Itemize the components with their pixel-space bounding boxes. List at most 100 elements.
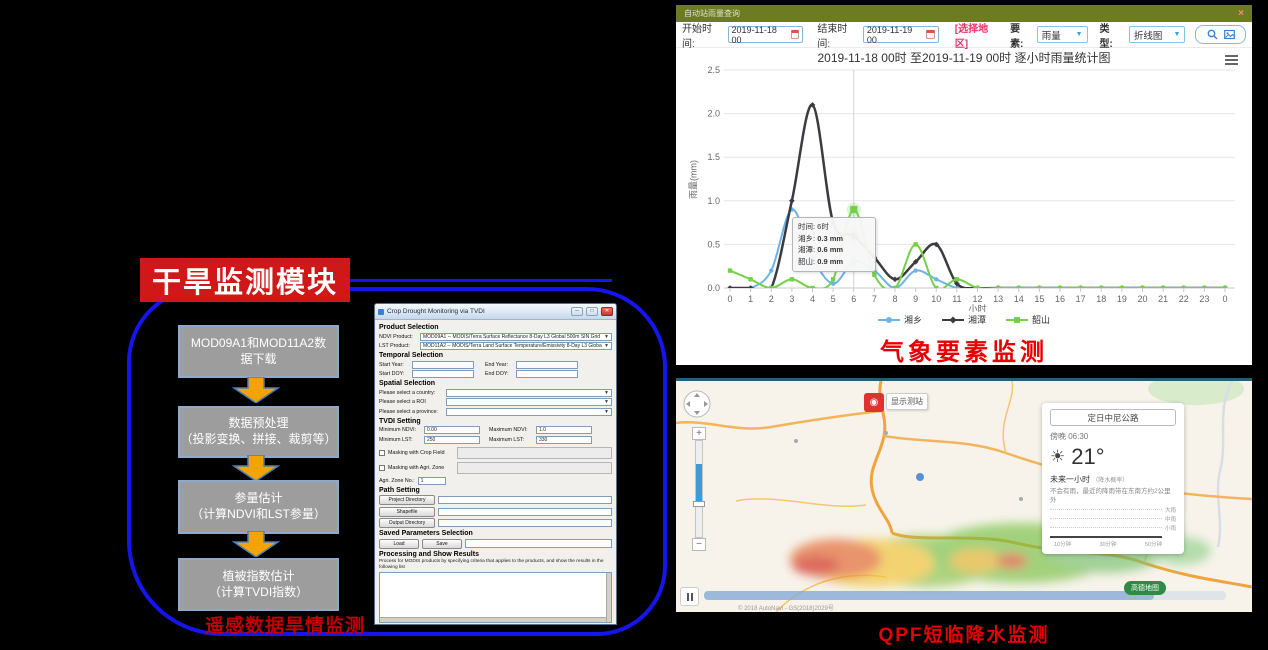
saved-params-field[interactable] xyxy=(465,539,612,548)
max-lst-input[interactable]: 330 xyxy=(536,436,592,444)
time-tick: 50分钟 xyxy=(1145,540,1162,548)
chart-tooltip: 时间: 6时 湘乡: 0.3 mm 湘潭: 0.6 mm 韶山: 0.9 mm xyxy=(792,217,876,272)
start-time-input[interactable]: 2019-11-18 00 xyxy=(728,26,804,43)
legend-item[interactable]: 韶山 xyxy=(1006,313,1050,326)
lst-product-select[interactable]: MOD11A2 -- MODIS/Terra Land Surface Temp… xyxy=(420,342,612,350)
select-region-link[interactable]: [选择地区] xyxy=(955,20,1000,50)
min-ndvi-input[interactable]: 0.00 xyxy=(424,426,480,434)
start-doy-input[interactable] xyxy=(412,370,474,378)
svg-text:22: 22 xyxy=(1179,294,1189,304)
timeline-bar[interactable] xyxy=(704,591,1154,600)
zoom-in-button[interactable]: + xyxy=(692,427,706,440)
svg-text:1.0: 1.0 xyxy=(707,196,720,206)
flow-step-label: 植被指数估计 xyxy=(222,569,294,585)
svg-text:6: 6 xyxy=(851,294,856,304)
project-directory-field[interactable] xyxy=(438,496,612,504)
province-select[interactable]: ▼ xyxy=(446,408,612,416)
chevron-down-icon: ▼ xyxy=(604,390,609,396)
start-year-input[interactable] xyxy=(412,361,474,369)
svg-text:4: 4 xyxy=(810,294,815,304)
mask-crop-checkbox[interactable] xyxy=(379,450,385,456)
calendar-icon[interactable] xyxy=(926,30,935,39)
weather-popup-header[interactable]: 定日中尼公路 xyxy=(1050,409,1176,426)
calendar-icon[interactable] xyxy=(791,30,800,39)
ndvi-product-select[interactable]: MOD09A1 -- MODIS/Terra Surface Reflectan… xyxy=(420,333,612,341)
scrollbar-vertical[interactable] xyxy=(606,573,611,622)
svg-text:0.5: 0.5 xyxy=(707,239,720,249)
mask-agri-field xyxy=(457,462,612,474)
end-doy-input[interactable] xyxy=(516,370,578,378)
sun-icon: ☀ xyxy=(1050,447,1065,467)
output-directory-field[interactable] xyxy=(438,519,612,527)
close-icon[interactable]: × xyxy=(1238,9,1244,19)
minimize-button[interactable]: ─ xyxy=(571,307,583,316)
element-select[interactable]: 雨量 ▼ xyxy=(1037,26,1088,43)
zoom-slider-fill xyxy=(696,464,702,504)
output-directory-button[interactable]: Output Directory xyxy=(379,518,435,528)
legend-item[interactable]: 湘潭 xyxy=(942,313,986,326)
svg-text:2.5: 2.5 xyxy=(707,65,720,75)
svg-text:1: 1 xyxy=(748,294,753,304)
close-button[interactable]: ✕ xyxy=(601,307,613,316)
province-label: Please select a province: xyxy=(379,409,443,415)
agri-zone-input[interactable]: 1 xyxy=(418,477,446,485)
section-tvdi: TVDI Setting xyxy=(379,418,612,425)
results-listbox[interactable] xyxy=(379,572,612,623)
shapefile-field[interactable] xyxy=(438,508,612,516)
rain-query-window: 自动站雨量查询 × 开始时间: 2019-11-18 00 结束时间: 2019… xyxy=(676,5,1252,365)
max-ndvi-input[interactable]: 1.0 xyxy=(536,426,592,434)
pause-button[interactable] xyxy=(680,587,699,606)
flow-step-label: （投影变换、拼接、裁剪等） xyxy=(180,432,336,448)
connector-line xyxy=(348,279,612,282)
query-button[interactable] xyxy=(1195,25,1246,44)
svg-text:2.0: 2.0 xyxy=(707,109,720,119)
legend-item[interactable]: 湘乡 xyxy=(878,313,922,326)
max-ndvi-label: Maximum NDVI: xyxy=(489,427,533,433)
zoom-slider[interactable] xyxy=(695,440,703,538)
scrollbar-horizontal[interactable] xyxy=(380,617,606,622)
mask-crop-field xyxy=(457,447,612,459)
end-time-input[interactable]: 2019-11-19 00 xyxy=(863,26,939,43)
roi-select[interactable]: ▼ xyxy=(446,398,612,406)
svg-text:0: 0 xyxy=(727,294,732,304)
svg-text:19: 19 xyxy=(1117,294,1127,304)
map-pan-control[interactable] xyxy=(682,389,712,419)
svg-text:16: 16 xyxy=(1055,294,1065,304)
station-marker[interactable]: ◉ 显示测站 xyxy=(864,393,928,412)
flow-step-label: MOD09A1和MOD11A2数 xyxy=(191,336,326,352)
svg-text:3: 3 xyxy=(789,294,794,304)
weather-popup: 定日中尼公路 傍晚 06:30 ☀ 21° 未来一小时 （降水概率） 不会有雨，… xyxy=(1042,403,1184,554)
agri-zone-label: Agri. Zone No.: xyxy=(379,478,415,484)
legend-label: 湘潭 xyxy=(968,313,986,326)
chevron-down-icon: ▼ xyxy=(604,334,609,340)
shapefile-button[interactable]: Shapefile xyxy=(379,507,435,517)
end-year-label: End Year: xyxy=(485,362,513,368)
roi-label: Please select a ROI xyxy=(379,399,443,405)
section-saved-params: Saved Parameters Selection xyxy=(379,530,612,537)
maximize-button[interactable]: □ xyxy=(586,307,598,316)
flow-step-label: 据下载 xyxy=(240,352,276,368)
end-time-label: 结束时间: xyxy=(817,20,859,50)
forecast-title: 未来一小时 （降水概率） xyxy=(1050,474,1176,485)
min-lst-input[interactable]: 250 xyxy=(424,436,480,444)
end-year-input[interactable] xyxy=(516,361,578,369)
ndvi-product-label: NDVI Product: xyxy=(379,334,417,340)
svg-text:17: 17 xyxy=(1076,294,1086,304)
zoom-out-button[interactable]: − xyxy=(692,538,706,551)
load-button[interactable]: Load xyxy=(379,539,419,549)
svg-text:1.5: 1.5 xyxy=(707,152,720,162)
save-button[interactable]: Save xyxy=(422,539,462,549)
section-processing: Processing and Show Results xyxy=(379,551,612,558)
min-ndvi-label: Minimum NDVI: xyxy=(379,427,421,433)
svg-text:2: 2 xyxy=(769,294,774,304)
mask-agri-checkbox[interactable] xyxy=(379,465,385,471)
zoom-slider-handle[interactable] xyxy=(693,501,705,507)
project-directory-button[interactable]: Project Directory xyxy=(379,495,435,505)
country-select[interactable]: ▼ xyxy=(446,389,612,397)
chevron-down-icon: ▼ xyxy=(604,343,609,349)
svg-text:9: 9 xyxy=(913,294,918,304)
max-lst-label: Maximum LST: xyxy=(489,437,533,443)
type-select[interactable]: 折线图 ▼ xyxy=(1129,26,1186,43)
search-icon xyxy=(1207,29,1218,40)
legend-label: 湘乡 xyxy=(904,313,922,326)
